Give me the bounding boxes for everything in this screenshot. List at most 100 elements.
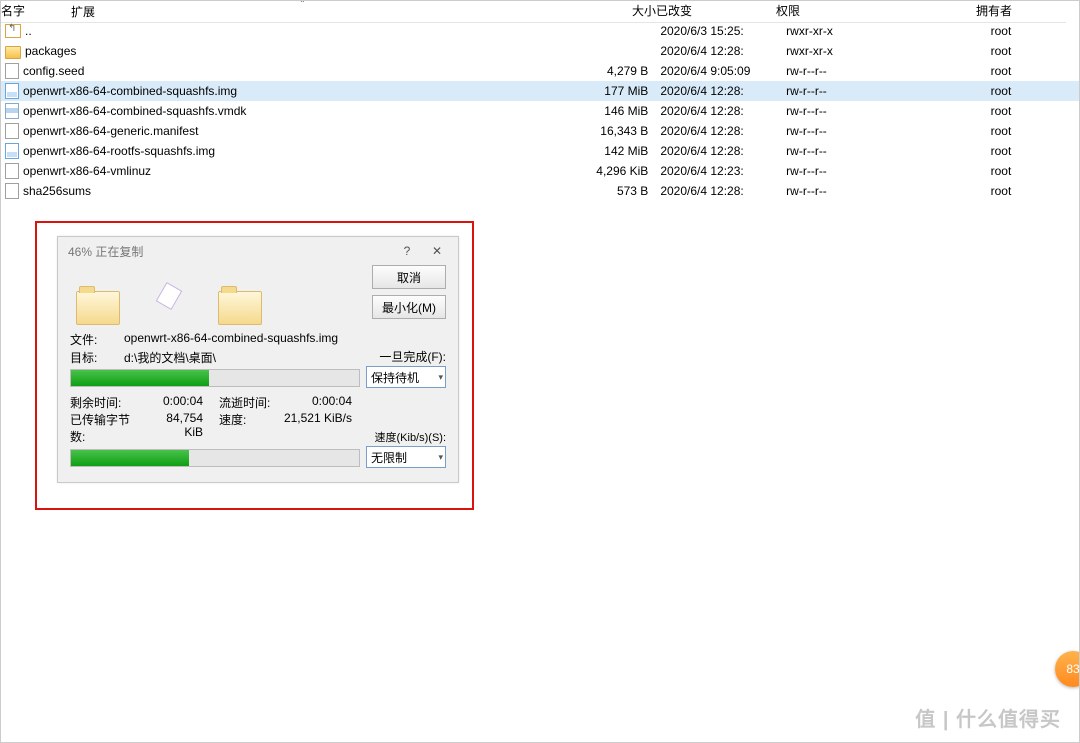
chevron-down-icon: ▾ — [438, 452, 443, 463]
file-label: 文件: — [70, 331, 124, 348]
file-owner: root — [983, 144, 1079, 158]
file-perm: rw-r--r-- — [778, 164, 982, 178]
file-name: config.seed — [23, 64, 84, 78]
paper-icon — [156, 282, 183, 310]
file-icon — [5, 63, 19, 79]
dialog-title-text: 46% 正在复制 — [68, 243, 392, 260]
file-manager-window: 名字 扩展 ⌃ 大小 已改变 权限 拥有者 ..2020/6/3 15:25:r… — [0, 0, 1080, 743]
copy-progress-dialog: 46% 正在复制 ? ✕ 取消 最小化(M) 文件:openwrt-x86-64… — [57, 236, 459, 483]
table-row[interactable]: sha256sums 573 B2020/6/4 12:28:rw-r--r--r… — [1, 181, 1079, 201]
file-rows: ..2020/6/3 15:25:rwxr-xr-xrootpackages20… — [1, 21, 1079, 201]
col-changed[interactable]: 已改变 — [656, 0, 776, 23]
elapsed-label: 流逝时间: — [219, 394, 270, 411]
img-icon — [5, 143, 19, 159]
file-date: 2020/6/4 12:28: — [652, 84, 778, 98]
file-date: 2020/6/4 12:28: — [652, 44, 778, 58]
file-name: openwrt-x86-64-rootfs-squashfs.img — [23, 144, 215, 158]
time-left-value: 0:00:04 — [163, 394, 203, 411]
speed-limit-select[interactable]: 无限制▾ — [366, 446, 446, 468]
file-date: 2020/6/4 12:28: — [652, 184, 778, 198]
file-size: 177 MiB — [575, 84, 653, 98]
file-icon — [5, 183, 19, 199]
file-owner: root — [983, 24, 1079, 38]
elapsed-value: 0:00:04 — [312, 394, 352, 411]
sort-indicator-icon: ⌃ — [299, 0, 306, 8]
file-name: .. — [25, 24, 32, 38]
file-size: 16,343 B — [575, 124, 653, 138]
file-name: sha256sums — [23, 184, 91, 198]
file-owner: root — [983, 84, 1079, 98]
file-perm: rw-r--r-- — [778, 144, 982, 158]
file-size: 4,296 KiB — [575, 164, 653, 178]
file-owner: root — [983, 124, 1079, 138]
source-folder-icon — [76, 291, 120, 325]
dest-folder-icon — [218, 291, 262, 325]
file-size: 573 B — [575, 184, 653, 198]
file-date: 2020/6/4 12:28: — [652, 104, 778, 118]
vmdk-icon — [5, 103, 19, 119]
file-perm: rw-r--r-- — [778, 84, 982, 98]
total-progress — [70, 449, 360, 467]
close-icon[interactable]: ✕ — [422, 241, 452, 261]
file-value: openwrt-x86-64-combined-squashfs.img — [124, 331, 338, 348]
file-perm: rw-r--r-- — [778, 104, 982, 118]
target-label: 目标: — [70, 349, 124, 366]
file-date: 2020/6/4 12:23: — [652, 164, 778, 178]
file-perm: rw-r--r-- — [778, 64, 982, 78]
col-perm[interactable]: 权限 — [776, 0, 976, 23]
watermark: 值 | 什么值得买 — [915, 703, 1061, 732]
col-size[interactable]: 大小 — [581, 0, 656, 23]
file-size: 4,279 B — [575, 64, 653, 78]
table-row[interactable]: openwrt-x86-64-combined-squashfs.img 177 … — [1, 81, 1079, 101]
file-size: 146 MiB — [575, 104, 653, 118]
img-icon — [5, 83, 19, 99]
folder-icon — [5, 46, 21, 59]
file-owner: root — [983, 104, 1079, 118]
table-row[interactable]: openwrt-x86-64-rootfs-squashfs.img 142 Mi… — [1, 141, 1079, 161]
file-date: 2020/6/4 9:05:09 — [652, 64, 778, 78]
chevron-down-icon: ▾ — [438, 372, 443, 383]
bytes-value: 84,754 KiB — [145, 411, 203, 445]
file-name: openwrt-x86-64-vmlinuz — [23, 164, 151, 178]
file-progress — [70, 369, 360, 387]
file-owner: root — [983, 64, 1079, 78]
file-perm: rwxr-xr-x — [778, 24, 982, 38]
up-icon — [5, 24, 21, 38]
once-done-label: 一旦完成(F): — [379, 348, 446, 365]
speed-value: 21,521 KiB/s — [284, 411, 352, 428]
col-ext[interactable]: 扩展 — [71, 3, 95, 20]
file-icon — [5, 123, 19, 139]
help-button[interactable]: ? — [392, 241, 422, 261]
file-perm: rwxr-xr-x — [778, 44, 982, 58]
table-row[interactable]: openwrt-x86-64-vmlinuz 4,296 KiB2020/6/4 … — [1, 161, 1079, 181]
file-name: openwrt-x86-64-combined-squashfs.vmdk — [23, 104, 246, 118]
target-value: d:\我的文档\桌面\ — [124, 349, 216, 366]
file-owner: root — [983, 164, 1079, 178]
column-headers: 名字 扩展 ⌃ 大小 已改变 权限 拥有者 — [1, 1, 1079, 21]
file-date: 2020/6/4 12:28: — [652, 124, 778, 138]
cancel-button[interactable]: 取消 — [372, 265, 446, 289]
file-icon — [5, 163, 19, 179]
file-name: packages — [25, 44, 76, 58]
dialog-titlebar[interactable]: 46% 正在复制 ? ✕ — [58, 237, 458, 265]
file-name: openwrt-x86-64-combined-squashfs.img — [23, 84, 237, 98]
minimize-button[interactable]: 最小化(M) — [372, 295, 446, 319]
col-owner[interactable]: 拥有者 — [976, 0, 1066, 23]
file-date: 2020/6/3 15:25: — [652, 24, 778, 38]
file-date: 2020/6/4 12:28: — [652, 144, 778, 158]
table-row[interactable]: config.seed 4,279 B2020/6/4 9:05:09rw-r--… — [1, 61, 1079, 81]
time-left-label: 剩余时间: — [70, 394, 121, 411]
file-owner: root — [983, 184, 1079, 198]
file-owner: root — [983, 44, 1079, 58]
table-row[interactable]: openwrt-x86-64-combined-squashfs.vmdk 146… — [1, 101, 1079, 121]
file-size: 142 MiB — [575, 144, 653, 158]
table-row[interactable]: .. 2020/6/3 15:25:rwxr-xr-xroot — [1, 21, 1079, 41]
speed-limit-label: 速度(Kib/s)(S): — [375, 429, 447, 445]
once-done-select[interactable]: 保持待机▾ — [366, 366, 446, 388]
speed-label: 速度: — [219, 411, 246, 428]
table-row[interactable]: packages 2020/6/4 12:28:rwxr-xr-xroot — [1, 41, 1079, 61]
file-perm: rw-r--r-- — [778, 124, 982, 138]
file-perm: rw-r--r-- — [778, 184, 982, 198]
bytes-label: 已传输字节数: — [70, 411, 145, 445]
table-row[interactable]: openwrt-x86-64-generic.manifest16,343 B2… — [1, 121, 1079, 141]
